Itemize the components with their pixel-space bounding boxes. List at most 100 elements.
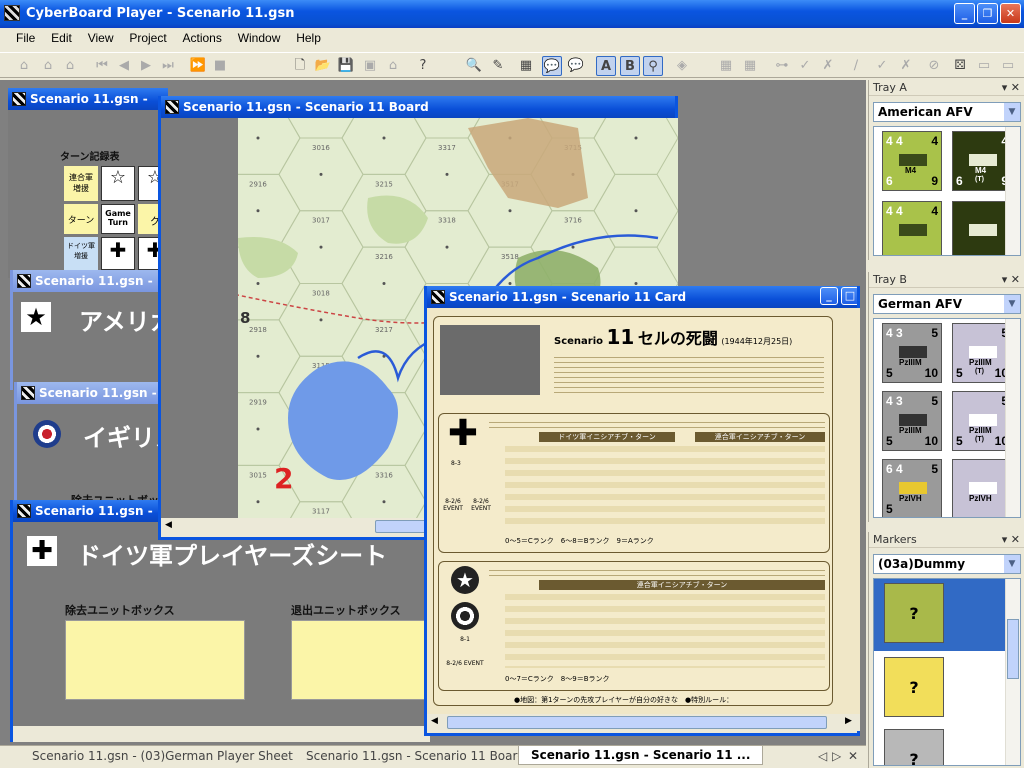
unit-counter-pziiim-reverse[interactable]: 5 5 10 PzIIIM (T) bbox=[952, 323, 1012, 383]
delete-icon[interactable]: ✗ bbox=[896, 56, 916, 76]
stop-icon[interactable]: ■ bbox=[210, 56, 230, 76]
menu-project[interactable]: Project bbox=[123, 28, 172, 48]
panel-pin-close-icon[interactable]: ▾ ✕ bbox=[1002, 532, 1020, 548]
maximize-button[interactable]: □ bbox=[841, 287, 857, 305]
menu-edit[interactable]: Edit bbox=[45, 28, 78, 48]
dummy-marker[interactable]: ? bbox=[884, 583, 944, 643]
tab-board[interactable]: Scenario 11.gsn - Scenario 11 Board bbox=[306, 749, 525, 763]
unit-counter-pzivh-reverse[interactable]: PzIVH bbox=[952, 459, 1012, 517]
window2-icon[interactable]: ▭ bbox=[998, 56, 1018, 76]
menu-actions[interactable]: Actions bbox=[177, 28, 228, 48]
minimize-button[interactable]: _ bbox=[820, 287, 838, 305]
tab-german-player-sheet[interactable]: Scenario 11.gsn - (03)German Player Shee… bbox=[32, 749, 293, 763]
speech-query-icon[interactable]: 💬 bbox=[566, 56, 586, 76]
horizontal-scrollbar[interactable] bbox=[13, 726, 430, 742]
unit-counter-pziiim[interactable]: 4 3 5 5 10 PzIIIM bbox=[882, 391, 942, 451]
dice-icon[interactable]: ⚄ bbox=[950, 56, 970, 76]
stack-icon[interactable]: ◈ bbox=[672, 56, 692, 76]
open-folder-icon[interactable]: 📂 bbox=[313, 56, 333, 76]
node-icon[interactable]: ⊶ bbox=[772, 56, 792, 76]
dummy-marker[interactable]: ? bbox=[884, 657, 944, 717]
chevron-down-icon[interactable]: ▼ bbox=[1004, 103, 1020, 121]
chevron-down-icon[interactable]: ▼ bbox=[1004, 555, 1020, 573]
dummy-marker[interactable]: ? bbox=[884, 729, 944, 765]
unit-counter-m4[interactable]: 4 4 4 6 9 M4 bbox=[882, 131, 942, 191]
grid-icon[interactable]: ▦ bbox=[716, 56, 736, 76]
panel-pin-close-icon[interactable]: ▾ ✕ bbox=[1002, 80, 1020, 96]
scroll-right-icon[interactable]: ▶ bbox=[845, 716, 852, 726]
markers-list[interactable]: ? ? ? bbox=[873, 578, 1021, 766]
menu-window[interactable]: Window bbox=[232, 28, 287, 48]
grid-edit-icon[interactable]: ▦ bbox=[740, 56, 760, 76]
cross-counter[interactable]: ✚ bbox=[101, 237, 135, 270]
panel-pin-close-icon[interactable]: ▾ ✕ bbox=[1002, 272, 1020, 288]
british-sheet-window[interactable]: Scenario 11.gsn - イギリス 除去ユニットボッ bbox=[14, 382, 179, 507]
tray-b-list[interactable]: 4 3 5 5 10 PzIIIM 5 5 10 PzIIIM (T) 4 3 … bbox=[873, 318, 1021, 518]
vertical-scrollbar[interactable] bbox=[1005, 579, 1020, 765]
tab-prev-icon[interactable]: ◁ bbox=[818, 749, 827, 763]
next-move-icon[interactable]: ▶ bbox=[136, 56, 156, 76]
unit-counter-m4-reverse[interactable] bbox=[952, 201, 1012, 255]
game-turn-counter[interactable]: Game Turn bbox=[101, 203, 135, 235]
board-icon[interactable]: ▦ bbox=[516, 56, 536, 76]
fast-forward-icon[interactable]: ⏩ bbox=[188, 56, 208, 76]
new-file-icon[interactable]: 🗋 bbox=[290, 56, 310, 76]
exit-unit-box[interactable] bbox=[291, 620, 431, 700]
tray-a-list[interactable]: 4 4 4 6 9 M4 4 6 9 M4 (T) 4 4 4 bbox=[873, 126, 1021, 256]
save-as-icon[interactable]: ▣ bbox=[360, 56, 380, 76]
vertical-scrollbar[interactable] bbox=[1005, 127, 1020, 255]
unit-counter-pzivh[interactable]: 6 4 5 5 PzIVH bbox=[882, 459, 942, 517]
american-sheet-window[interactable]: Scenario 11.gsn - ★ アメリカ bbox=[10, 270, 174, 390]
home-plus-icon[interactable]: ⌂ bbox=[38, 56, 58, 76]
tray-b-select[interactable]: German AFV ▼ bbox=[873, 294, 1021, 314]
scroll-left-icon[interactable]: ◀ bbox=[165, 520, 172, 530]
unit-counter-m4[interactable]: 4 4 4 bbox=[882, 201, 942, 255]
eye-off-icon[interactable]: ⊘ bbox=[924, 56, 944, 76]
menu-help[interactable]: Help bbox=[290, 28, 327, 48]
scroll-left-icon[interactable]: ◀ bbox=[431, 716, 438, 726]
text-a-icon[interactable]: A bbox=[596, 56, 616, 76]
restore-button[interactable]: ❐ bbox=[977, 3, 998, 24]
menu-file[interactable]: File bbox=[10, 28, 41, 48]
tray-a-select[interactable]: American AFV ▼ bbox=[873, 102, 1021, 122]
delete-node-icon[interactable]: ✗ bbox=[818, 56, 838, 76]
unit-counter-m4-reverse[interactable]: 4 6 9 M4 (T) bbox=[952, 131, 1012, 191]
check-node-icon[interactable]: ✓ bbox=[795, 56, 815, 76]
chevron-down-icon[interactable]: ▼ bbox=[1004, 295, 1020, 313]
pick-icon[interactable]: ✎ bbox=[488, 56, 508, 76]
unit-counter-pziiim[interactable]: 4 3 5 5 10 PzIIIM bbox=[882, 323, 942, 383]
window-icon[interactable]: ▭ bbox=[974, 56, 994, 76]
turn-cell[interactable]: ターン bbox=[64, 203, 98, 235]
scroll-thumb[interactable] bbox=[447, 716, 827, 729]
tab-close-icon[interactable]: ✕ bbox=[848, 749, 858, 763]
speech-bubble-icon[interactable]: 💬 bbox=[542, 56, 562, 76]
removed-unit-box[interactable] bbox=[65, 620, 245, 700]
first-move-icon[interactable]: ⏮ bbox=[92, 56, 112, 76]
vertical-scrollbar[interactable] bbox=[1005, 319, 1020, 517]
menu-view[interactable]: View bbox=[82, 28, 120, 48]
save-icon[interactable]: 💾 bbox=[336, 56, 356, 76]
help-icon[interactable]: ? bbox=[413, 56, 433, 76]
home-edit-icon[interactable]: ⌂ bbox=[60, 56, 80, 76]
close-button[interactable]: ✕ bbox=[1000, 3, 1021, 24]
card-window[interactable]: Scenario 11.gsn - Scenario 11 Card _ □ S… bbox=[424, 286, 860, 736]
star-counter[interactable]: ☆ bbox=[101, 166, 135, 201]
minimize-button[interactable]: _ bbox=[954, 3, 975, 24]
scroll-thumb[interactable] bbox=[1007, 619, 1019, 679]
prev-move-icon[interactable]: ◀ bbox=[114, 56, 134, 76]
card-canvas[interactable]: Scenario 11 セルの死闘 (1944年12月25日) ✚ ドイツ軍イニ… bbox=[427, 308, 860, 714]
horizontal-scrollbar[interactable]: ◀ ▶ bbox=[427, 714, 860, 731]
home-icon[interactable]: ⌂ bbox=[14, 56, 34, 76]
turn-cell[interactable]: ドイツ軍 増援 bbox=[64, 237, 98, 270]
line-icon[interactable]: ∕ bbox=[846, 56, 866, 76]
print-icon[interactable]: ⌂ bbox=[383, 56, 403, 76]
text-b-icon[interactable]: B bbox=[620, 56, 640, 76]
sheet-window-back[interactable]: Scenario 11.gsn - ターン記録表 連合軍 増援 ☆ ☆ ターン … bbox=[8, 88, 172, 278]
turn-cell[interactable]: 連合軍 増援 bbox=[64, 166, 98, 201]
unit-counter-pziiim-reverse[interactable]: 5 5 10 PzIIIM (T) bbox=[952, 391, 1012, 451]
tab-next-icon[interactable]: ▷ bbox=[832, 749, 841, 763]
markers-select[interactable]: (03a)Dummy ▼ bbox=[873, 554, 1021, 574]
last-move-icon[interactable]: ⏭ bbox=[158, 56, 178, 76]
key-icon[interactable]: ⚲ bbox=[643, 56, 663, 76]
zoom-icon[interactable]: 🔍 bbox=[464, 56, 484, 76]
